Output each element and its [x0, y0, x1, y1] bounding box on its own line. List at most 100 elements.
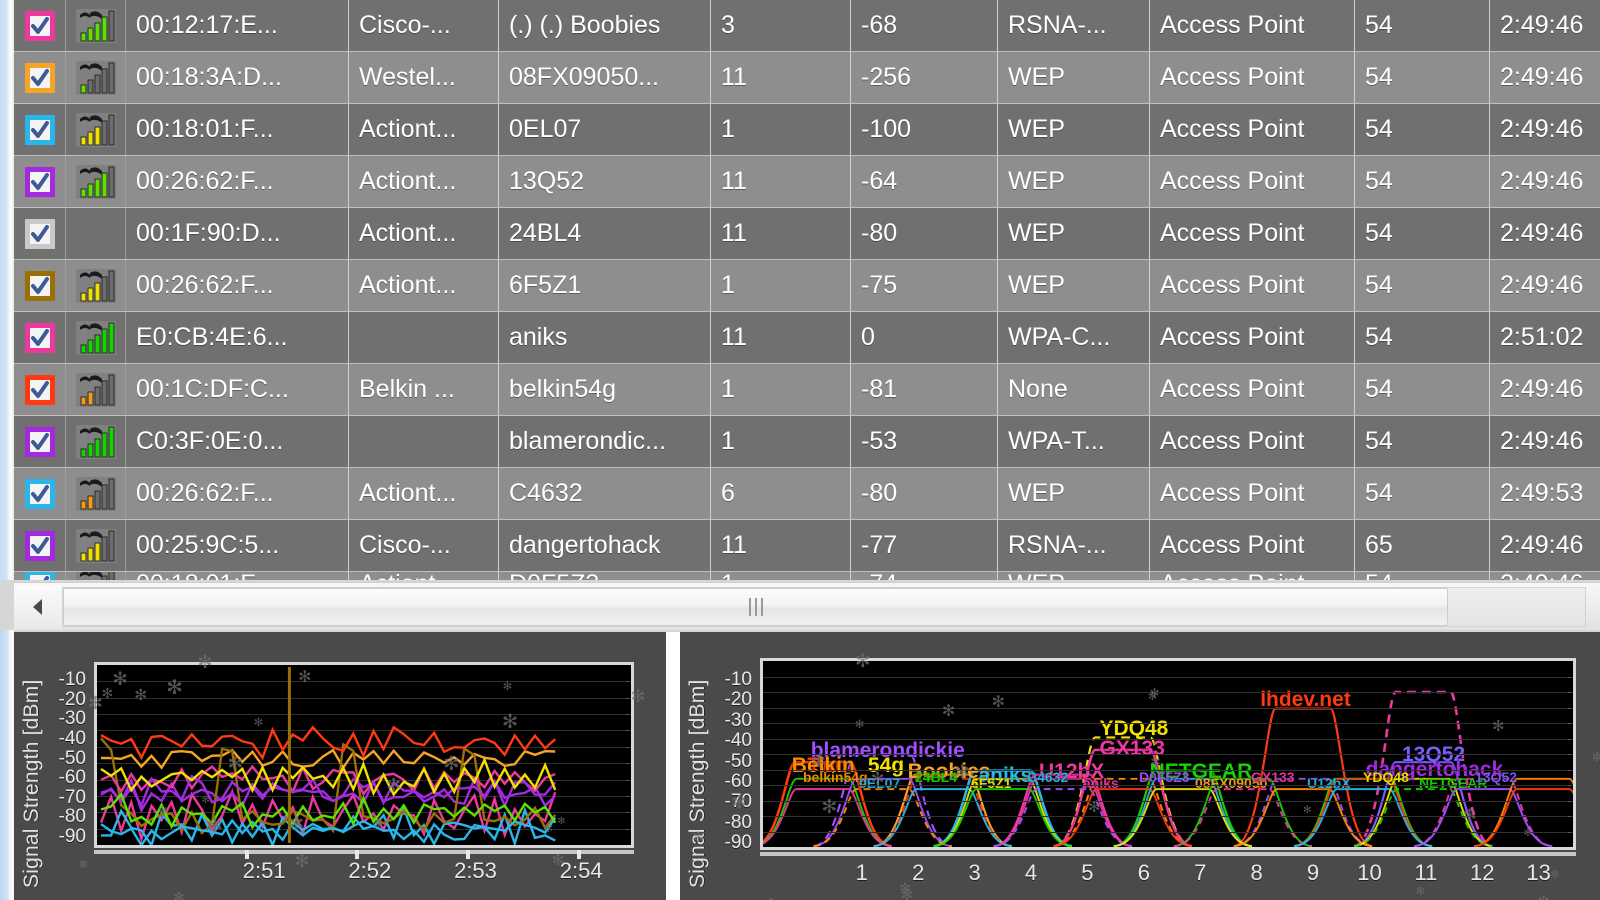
cell-channel: 1 [711, 104, 851, 155]
cell-time: 2:49:46 [1500, 427, 1584, 455]
grid-tick [1568, 707, 1571, 709]
cell-rate: 54 [1355, 104, 1490, 155]
row-enable-checkbox[interactable] [24, 166, 55, 197]
x-tick-label: 7 [1194, 860, 1207, 885]
y-tick-label: -70 [58, 786, 86, 808]
cell-time: 2:49:46 [1500, 11, 1584, 39]
signal-bars-icon [66, 0, 126, 51]
x-tick-label: 8 [1250, 860, 1263, 885]
table-row[interactable]: 00:26:62:F... Actiont... 6F5Z1 1 -75 WEP… [14, 260, 1600, 312]
row-color-checkbox-cell[interactable] [14, 208, 66, 259]
decorative-speckle: ✻ [134, 687, 147, 705]
table-row[interactable]: 00:1F:90:D... Actiont... 24BL4 11 -80 WE… [14, 208, 1600, 260]
table-row[interactable]: 00:18:01:F... Actiont... 0EL07 1 -100 WE… [14, 104, 1600, 156]
row-color-checkbox-cell[interactable] [14, 0, 66, 51]
row-color-checkbox-cell[interactable] [14, 572, 66, 580]
table-row[interactable]: 00:12:17:E... Cisco-... (.) (.) Boobies … [14, 0, 1600, 52]
cell-security: WEP [998, 104, 1150, 155]
row-enable-checkbox[interactable] [24, 322, 55, 353]
decorative-speckle: ✻ [201, 794, 211, 806]
cell-ssid: 6F5Z1 [499, 260, 711, 311]
row-enable-checkbox[interactable] [24, 530, 55, 561]
cell-vendor: Actiont... [349, 156, 499, 207]
table-row[interactable]: E0:CB:4E:6... aniks 11 0 WPA-C... Access… [14, 312, 1600, 364]
row-color-checkbox-cell[interactable] [14, 52, 66, 103]
cell-vendor: Actiont... [349, 572, 499, 580]
y-tick-label: -60 [58, 767, 86, 789]
scrollbar-thumb[interactable] [63, 587, 1448, 626]
gridline [763, 831, 1573, 833]
gridline [763, 692, 1573, 693]
horizontal-scrollbar[interactable] [14, 582, 1600, 630]
cell-type: Access Point [1150, 312, 1355, 363]
signal-bars-icon [66, 312, 126, 363]
cell-rate: 65 [1355, 520, 1490, 571]
cell-signal: -74 [851, 572, 998, 580]
check-icon [30, 484, 49, 502]
cell-mac: 00:1C:DF:C... [126, 364, 349, 415]
cell-time: 2:49:46 [1500, 167, 1584, 195]
table-row[interactable]: 00:25:9C:5... Cisco-... dangertohack 11 … [14, 520, 1600, 572]
row-color-checkbox-cell[interactable] [14, 312, 66, 363]
decorative-speckle: ✻ [288, 813, 304, 835]
cell-rate: 54 [1355, 52, 1490, 103]
row-enable-checkbox[interactable] [24, 62, 55, 93]
cell-type: Access Point [1150, 468, 1355, 519]
grid-tick [1568, 738, 1571, 740]
x-tick-label: 1 [855, 860, 868, 885]
cell-rate: 54 [1355, 312, 1490, 363]
row-enable-checkbox[interactable] [24, 114, 55, 145]
decorative-speckle: ✻ [1591, 750, 1600, 765]
check-icon [30, 120, 49, 138]
check-icon [30, 172, 49, 190]
table-row[interactable]: 00:18:01:F... Actiont... D0F5Z3 1 -74 WE… [14, 572, 1600, 580]
row-color-checkbox-cell[interactable] [14, 260, 66, 311]
row-color-checkbox-cell[interactable] [14, 520, 66, 571]
row-color-checkbox-cell[interactable] [14, 156, 66, 207]
decorative-speckle: ✻ [386, 774, 402, 795]
check-icon [42, 575, 49, 580]
y-tick-label: -40 [724, 730, 752, 752]
row-color-checkbox-cell[interactable] [14, 416, 66, 467]
row-enable-checkbox[interactable] [24, 426, 55, 457]
gridline [763, 707, 1573, 709]
cell-type: Access Point [1150, 364, 1355, 415]
row-enable-checkbox[interactable] [24, 572, 55, 580]
row-color-checkbox-cell[interactable] [14, 364, 66, 415]
row-color-checkbox-cell[interactable] [14, 104, 66, 155]
x-tick-label: 10 [1357, 860, 1382, 885]
scrollbar-track[interactable] [62, 586, 1586, 627]
cell-type: Access Point [1150, 208, 1355, 259]
cell-rate: 54 [1355, 572, 1490, 580]
decorative-speckle: ✻ [1415, 886, 1426, 899]
row-color-checkbox-cell[interactable] [14, 468, 66, 519]
decorative-speckle: ✻ [557, 815, 566, 827]
signal-bars-icon [66, 208, 126, 259]
decorative-speckle: ✻ [227, 753, 244, 775]
scroll-left-button[interactable] [14, 584, 62, 629]
table-row[interactable]: C0:3F:0E:0... blamerondic... 1 -53 WPA-T… [14, 416, 1600, 468]
table-row[interactable]: 00:1C:DF:C... Belkin ... belkin54g 1 -81… [14, 364, 1600, 416]
channel-graph-plot[interactable]: blamerondickie Two Belkin 54g Boobies aniks U1… [760, 658, 1576, 850]
time-graph-panel[interactable]: Signal Strength [dBm] -10 -20 -30 -40 -50 -60… [14, 632, 666, 900]
cell-signal: -80 [851, 208, 998, 259]
cell-signal: -75 [851, 260, 998, 311]
row-enable-checkbox[interactable] [24, 374, 55, 405]
table-row[interactable]: 00:18:3A:D... Westel... 08FX09050... 11 … [14, 52, 1600, 104]
signal-bars-icon [66, 572, 126, 580]
row-enable-checkbox[interactable] [24, 10, 55, 41]
channel-graph-panel[interactable]: Signal Strength [dBm] -10 -20 -30 -40 -50 -60… [680, 632, 1600, 900]
row-enable-checkbox[interactable] [24, 270, 55, 301]
cell-vendor: Actiont... [349, 208, 499, 259]
y-tick-label: -10 [58, 669, 86, 690]
cell-type: Access Point [1150, 156, 1355, 207]
table-row[interactable]: 00:26:62:F... Actiont... C4632 6 -80 WEP… [14, 468, 1600, 520]
signal-bars-icon [66, 104, 126, 155]
table-row[interactable]: 00:26:62:F... Actiont... 13Q52 11 -64 WE… [14, 156, 1600, 208]
decorative-speckle: ✻ [1150, 754, 1161, 769]
row-enable-checkbox[interactable] [24, 218, 55, 249]
grid-tick [1568, 785, 1571, 786]
cell-security: WPA-T... [998, 416, 1150, 467]
network-table[interactable]: 00:12:17:E... Cisco-... (.) (.) Boobies … [14, 0, 1600, 580]
row-enable-checkbox[interactable] [24, 478, 55, 509]
